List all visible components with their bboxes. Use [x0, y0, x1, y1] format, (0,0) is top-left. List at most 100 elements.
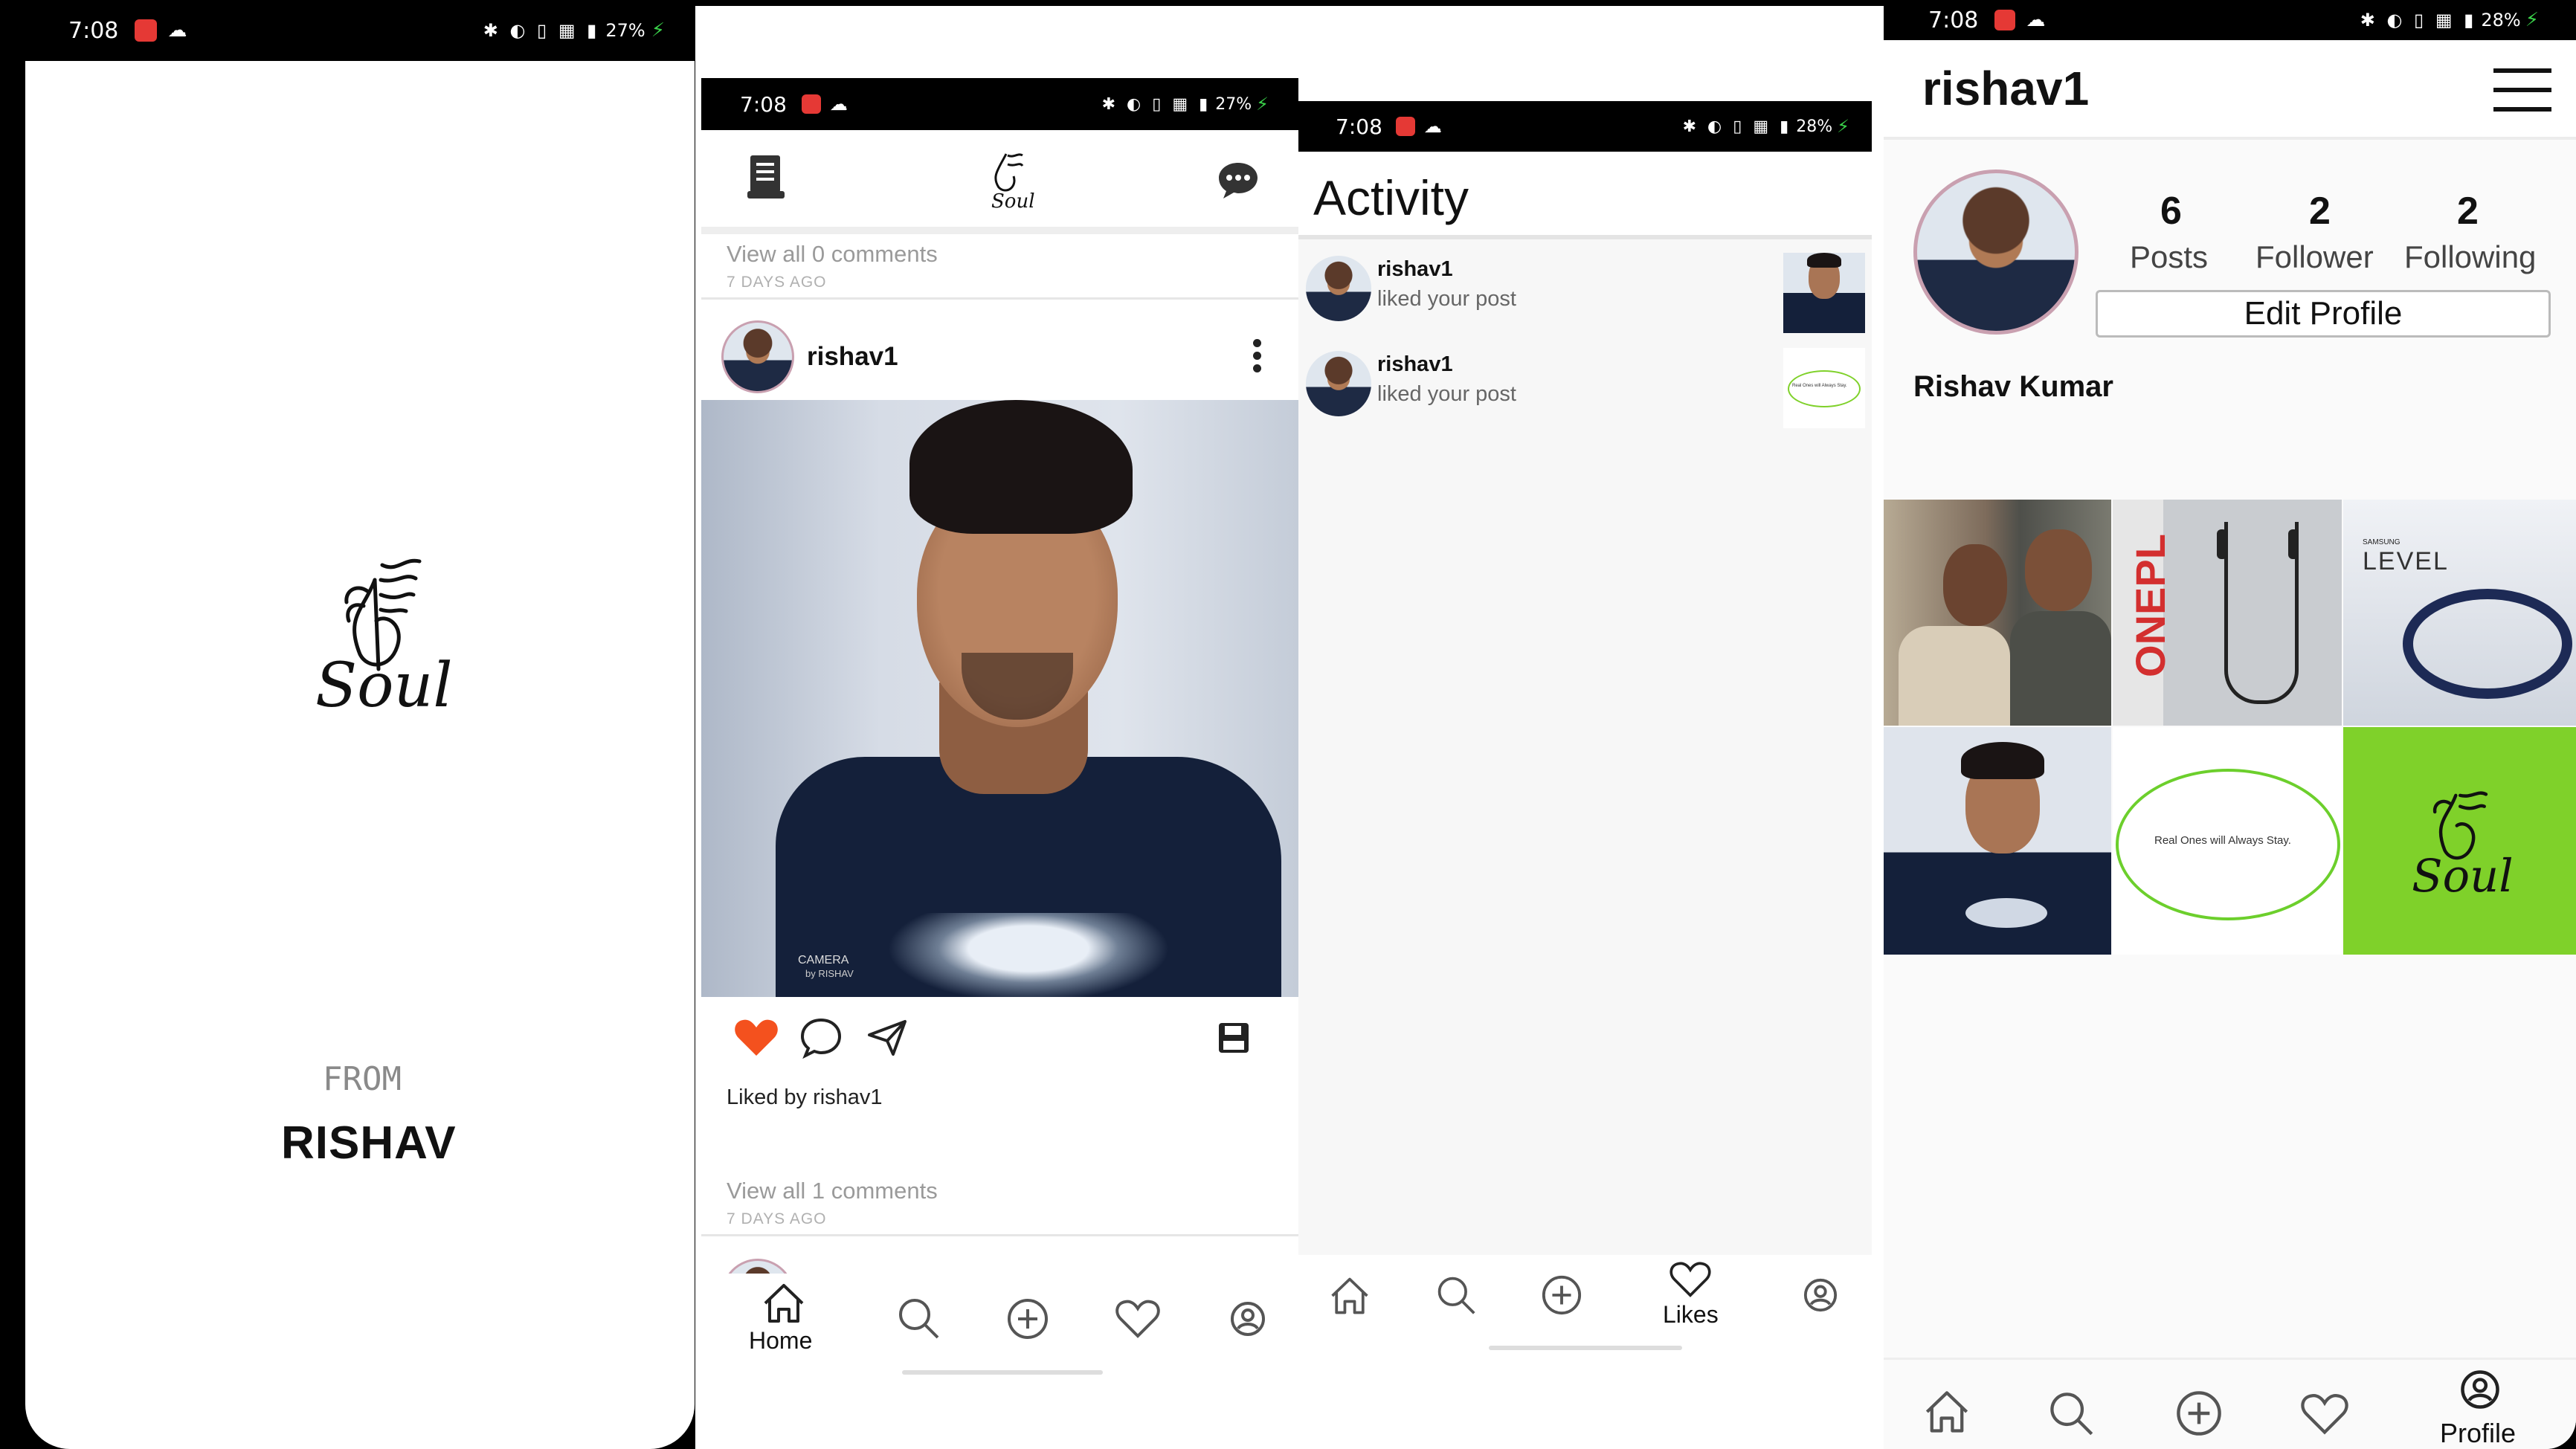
messages-icon[interactable]: [1216, 160, 1260, 200]
status-bar: 7:08 ☁ ✱ ◐ ▯ ▦ ▮ 28% ⚡: [1298, 101, 1872, 152]
home-indicator: [902, 1370, 1103, 1375]
divider: [1884, 137, 2576, 140]
status-icons: ✱ ◐ ▯ ▦ ▮: [483, 20, 600, 41]
splash-screen: 7:08 ☁ ✱ ◐ ▯ ▦ ▮ 27% ⚡ Soul FROM RISHAV: [25, 0, 695, 1449]
search-icon[interactable]: [2047, 1390, 2095, 1437]
nav-likes-label[interactable]: Likes: [1663, 1301, 1719, 1329]
oneplus-text: ONEPL: [2126, 534, 2174, 677]
page-title: Activity: [1313, 170, 1469, 225]
home-icon[interactable]: [761, 1282, 807, 1324]
status-icons: ✱ ◐ ▯ ▦ ▮: [1682, 117, 1792, 136]
status-icons: ✱ ◐ ▯ ▦ ▮: [2360, 10, 2477, 30]
post-username[interactable]: rishav1: [807, 342, 898, 372]
liked-by-text: Liked by rishav1: [727, 1085, 883, 1109]
post-image[interactable]: CAMERA by RISHAV: [701, 400, 1298, 997]
shirt-print: [887, 913, 1170, 997]
activity-item[interactable]: rishav1 liked your post Real Ones will A…: [1298, 339, 1872, 434]
post-time: 7 DAYS AGO: [727, 274, 827, 291]
status-bar: 7:08 ☁ ✱ ◐ ▯ ▦ ▮ 27% ⚡: [701, 78, 1298, 130]
grid-post-friends[interactable]: [1884, 500, 2111, 726]
cloud-icon: ☁: [829, 94, 848, 114]
profile-icon[interactable]: [2459, 1369, 2501, 1410]
notification-icon: [1395, 117, 1415, 136]
avatar[interactable]: [1306, 351, 1371, 416]
soul-logo-icon: Soul: [315, 558, 453, 721]
from-label: FROM: [323, 1060, 402, 1098]
charging-icon: ⚡: [651, 19, 665, 42]
grid-post-logo[interactable]: Soul: [2343, 727, 2576, 955]
activity-item[interactable]: rishav1 liked your post: [1298, 244, 1872, 339]
add-post-icon[interactable]: [1006, 1297, 1049, 1340]
notification-icon: [1994, 10, 2016, 30]
nav-profile-label[interactable]: Profile: [2440, 1418, 2516, 1449]
likes-heart-icon[interactable]: [1669, 1261, 1712, 1298]
cloud-icon: ☁: [1423, 116, 1442, 137]
home-icon[interactable]: [1922, 1390, 1971, 1434]
status-bar: 7:08 ☁ ✱ ◐ ▯ ▦ ▮ 27% ⚡: [25, 0, 695, 61]
author-name: RISHAV: [281, 1117, 457, 1169]
cloud-icon: ☁: [167, 19, 187, 42]
level-text: LEVEL: [2363, 547, 2449, 575]
followers-label[interactable]: Follower: [2255, 239, 2374, 275]
like-heart-icon[interactable]: [734, 1017, 779, 1057]
divider: [701, 297, 1298, 300]
status-bar: 7:08 ☁ ✱ ◐ ▯ ▦ ▮ 28% ⚡: [1884, 0, 2576, 40]
search-icon[interactable]: [896, 1296, 941, 1340]
feed-bottom-gap: [695, 1378, 1298, 1449]
comment-icon[interactable]: [799, 1017, 843, 1059]
likes-heart-icon[interactable]: [1115, 1299, 1161, 1339]
status-time: 7:08: [1336, 114, 1382, 139]
grid-post-oneplus[interactable]: ONEPL: [2113, 500, 2342, 726]
avatar[interactable]: [1306, 256, 1371, 321]
profile-screen: 7:08 ☁ ✱ ◐ ▯ ▦ ▮ 28% ⚡ rishav1 6 Posts 2…: [1884, 0, 2576, 1449]
avatar[interactable]: [721, 320, 794, 393]
thumbnail-text: Real Ones will Always Stay.: [1792, 384, 1847, 388]
notification-icon: [135, 19, 158, 42]
profile-icon[interactable]: [1803, 1277, 1838, 1313]
battery-text: 27%: [605, 20, 645, 41]
soul-logo-icon: Soul: [991, 153, 1035, 213]
nav-home-label[interactable]: Home: [749, 1327, 812, 1355]
home-icon[interactable]: [1328, 1276, 1371, 1316]
grid-post-selfie[interactable]: [1884, 727, 2111, 955]
activity-action: liked your post: [1377, 287, 1516, 311]
activity-bottom-gap: [1298, 1354, 1884, 1449]
status-time: 7:08: [68, 17, 119, 44]
view-comments-link[interactable]: View all 0 comments: [727, 241, 938, 268]
more-options-icon[interactable]: [1253, 339, 1262, 372]
save-icon[interactable]: [1216, 1020, 1252, 1056]
activity-user[interactable]: rishav1: [1377, 352, 1453, 377]
svg-text:Soul: Soul: [2412, 851, 2513, 903]
post-thumbnail[interactable]: Real Ones will Always Stay.: [1783, 348, 1865, 428]
bottom-nav: Home: [701, 1274, 1298, 1378]
charging-icon: ⚡: [1837, 116, 1849, 137]
edit-profile-button[interactable]: Edit Profile: [2096, 290, 2551, 338]
grid-post-quote[interactable]: Real Ones will Always Stay.: [2113, 727, 2342, 955]
feed-white-top: [695, 6, 1298, 78]
followers-count[interactable]: 2: [2309, 189, 2331, 233]
charging-icon: ⚡: [2525, 9, 2539, 31]
divider: [701, 227, 1298, 234]
add-post-icon[interactable]: [2175, 1390, 2223, 1437]
home-indicator: [1489, 1346, 1682, 1350]
grid-post-level[interactable]: SAMSUNG LEVEL: [2343, 500, 2576, 726]
following-label[interactable]: Following: [2404, 239, 2536, 275]
view-comments-link[interactable]: View all 1 comments: [727, 1178, 938, 1204]
profile-icon[interactable]: [1229, 1300, 1266, 1337]
activity-screen: 7:08 ☁ ✱ ◐ ▯ ▦ ▮ 28% ⚡ Activity rishav1 …: [1298, 6, 1884, 1449]
bottom-nav: Profile: [1884, 1358, 2576, 1449]
following-count[interactable]: 2: [2457, 189, 2479, 233]
share-icon[interactable]: [866, 1019, 908, 1056]
post-thumbnail[interactable]: [1783, 253, 1865, 333]
notification-icon: [801, 94, 821, 114]
divider: [1298, 235, 1872, 239]
search-icon[interactable]: [1435, 1274, 1477, 1316]
status-time: 7:08: [740, 91, 787, 117]
bottom-nav: Likes: [1298, 1255, 1872, 1354]
likes-heart-icon[interactable]: [2300, 1392, 2349, 1436]
profile-avatar[interactable]: [1913, 170, 2078, 335]
menu-icon[interactable]: [2493, 68, 2551, 112]
add-post-icon[interactable]: [1541, 1274, 1582, 1316]
notes-icon[interactable]: [746, 152, 790, 201]
activity-user[interactable]: rishav1: [1377, 257, 1453, 282]
